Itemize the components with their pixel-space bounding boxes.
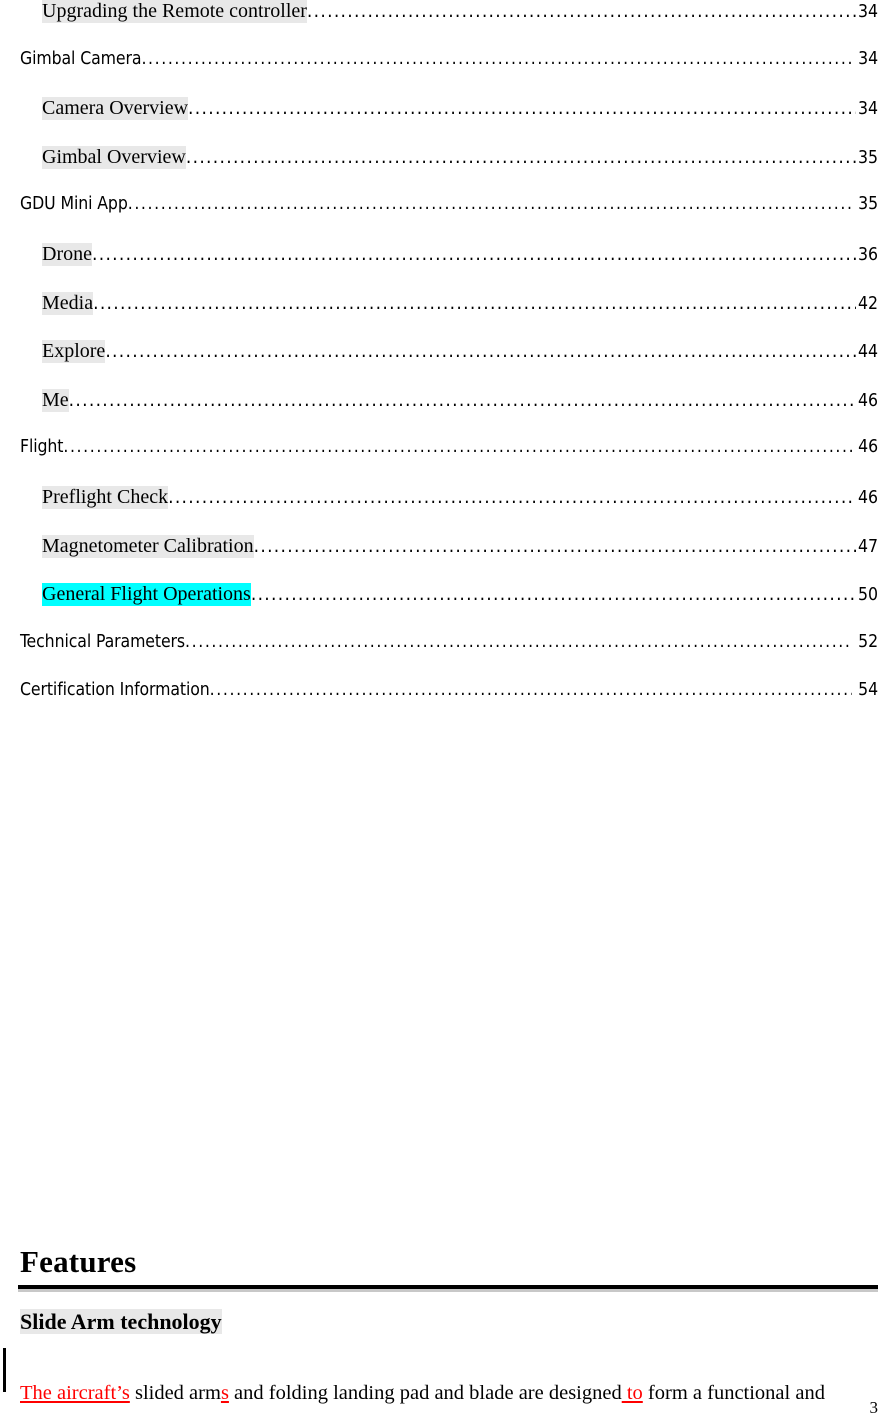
toc-entry-title: Me bbox=[42, 388, 69, 412]
toc-entry-title: Explore bbox=[42, 340, 106, 364]
toc-leader-dots bbox=[307, 0, 856, 20]
toc-entry-page: 35 bbox=[857, 147, 878, 168]
toc-entry[interactable]: Explore 44 bbox=[0, 340, 884, 389]
toc-entry-page: 50 bbox=[857, 585, 878, 606]
toc-entry-title: Upgrading the Remote controller bbox=[42, 0, 307, 23]
toc-entry-title: Media bbox=[42, 291, 94, 315]
document-page: Upgrading the Remote controller 34 Gimba… bbox=[0, 0, 884, 1428]
toc-leader-dots bbox=[141, 49, 852, 67]
section-heading-features: Features bbox=[20, 1244, 137, 1279]
toc-entry-page: 46 bbox=[858, 437, 878, 458]
toc-leader-dots bbox=[251, 583, 856, 603]
toc-leader-dots bbox=[69, 389, 856, 409]
toc-leader-dots bbox=[210, 680, 852, 698]
toc-entry-title: Technical Parameters bbox=[20, 631, 186, 652]
toc-entry-title: Certification Information bbox=[20, 680, 210, 701]
toc-leader-dots bbox=[254, 535, 856, 555]
toc-entry-title: Magnetometer Calibration bbox=[42, 534, 254, 558]
toc-entry[interactable]: GDU Mini App 35 bbox=[0, 194, 884, 243]
toc-entry[interactable]: Preflight Check 46 bbox=[0, 485, 884, 535]
toc-leader-dots bbox=[186, 146, 856, 166]
toc-entry[interactable]: Gimbal Camera 34 bbox=[0, 49, 884, 98]
toc-entry-page: 44 bbox=[857, 342, 878, 363]
toc-entry[interactable]: Upgrading the Remote controller 34 bbox=[0, 0, 884, 49]
toc-entry-title: Gimbal Overview bbox=[42, 145, 186, 169]
toc-entry-title: Camera Overview bbox=[42, 97, 189, 121]
toc-leader-dots bbox=[168, 486, 856, 506]
toc-entry[interactable]: Magnetometer Calibration 47 bbox=[0, 534, 884, 584]
toc-leader-dots bbox=[188, 97, 856, 117]
toc-entry[interactable]: Flight 46 bbox=[0, 437, 884, 486]
toc-entry[interactable]: Certification Information 54 bbox=[0, 680, 884, 729]
toc-entry-page: 47 bbox=[857, 536, 878, 557]
toc-entry-page: 35 bbox=[858, 194, 878, 215]
toc-leader-dots bbox=[185, 632, 852, 650]
toc-entry-title: General Flight Operations bbox=[42, 583, 251, 607]
toc-entry[interactable]: Media 42 bbox=[0, 291, 884, 341]
inserted-text-run: s bbox=[220, 1381, 229, 1404]
normal-text-run: form a functional and bbox=[642, 1381, 825, 1404]
inserted-text-run: to bbox=[621, 1381, 643, 1404]
toc-leader-dots bbox=[63, 437, 852, 455]
toc-entry-title: Flight bbox=[20, 437, 64, 458]
toc-entry[interactable]: Technical Parameters 52 bbox=[0, 632, 884, 681]
toc-entry-page: 42 bbox=[857, 293, 878, 314]
toc-entry-page: 34 bbox=[858, 48, 878, 69]
toc-entry-highlighted[interactable]: General Flight Operations 50 bbox=[0, 583, 884, 632]
toc-entry-title: Preflight Check bbox=[42, 485, 169, 509]
normal-text-run: and folding landing pad and blade are de… bbox=[228, 1381, 622, 1404]
table-of-contents: Upgrading the Remote controller 34 Gimba… bbox=[0, 0, 884, 729]
heading-rule bbox=[0, 1285, 884, 1292]
toc-leader-dots bbox=[128, 194, 852, 212]
normal-text-run: slided arm bbox=[129, 1381, 221, 1404]
toc-entry-page: 34 bbox=[857, 2, 878, 22]
toc-entry-page: 46 bbox=[857, 390, 878, 411]
toc-entry-page: 36 bbox=[857, 244, 878, 265]
toc-entry[interactable]: Drone 36 bbox=[0, 242, 884, 292]
body-paragraph: The aircraft’s slided arms and folding l… bbox=[0, 1379, 884, 1407]
toc-entry-title: Drone bbox=[42, 242, 92, 266]
features-section: Features Slide Arm technology bbox=[0, 1243, 884, 1336]
toc-entry[interactable]: Camera Overview 34 bbox=[0, 97, 884, 146]
footer-page-number: 3 bbox=[869, 1398, 879, 1417]
toc-entry-title: Gimbal Camera bbox=[20, 48, 142, 69]
toc-entry[interactable]: Me 46 bbox=[0, 388, 884, 438]
toc-leader-dots bbox=[105, 340, 856, 360]
toc-entry-page: 54 bbox=[858, 680, 878, 701]
toc-entry-title: GDU Mini App bbox=[20, 194, 128, 215]
subsection-heading-slide-arm: Slide Arm technology bbox=[0, 1292, 884, 1336]
toc-entry-page: 34 bbox=[857, 99, 878, 120]
toc-entry[interactable]: Gimbal Overview 35 bbox=[0, 145, 884, 195]
toc-entry-page: 46 bbox=[857, 487, 878, 508]
inserted-text-run: The aircraft’s bbox=[20, 1381, 130, 1404]
toc-leader-dots bbox=[93, 292, 856, 312]
subsection-heading-text: Slide Arm technology bbox=[20, 1309, 222, 1334]
toc-entry-page: 52 bbox=[858, 631, 878, 652]
toc-leader-dots bbox=[92, 243, 856, 263]
